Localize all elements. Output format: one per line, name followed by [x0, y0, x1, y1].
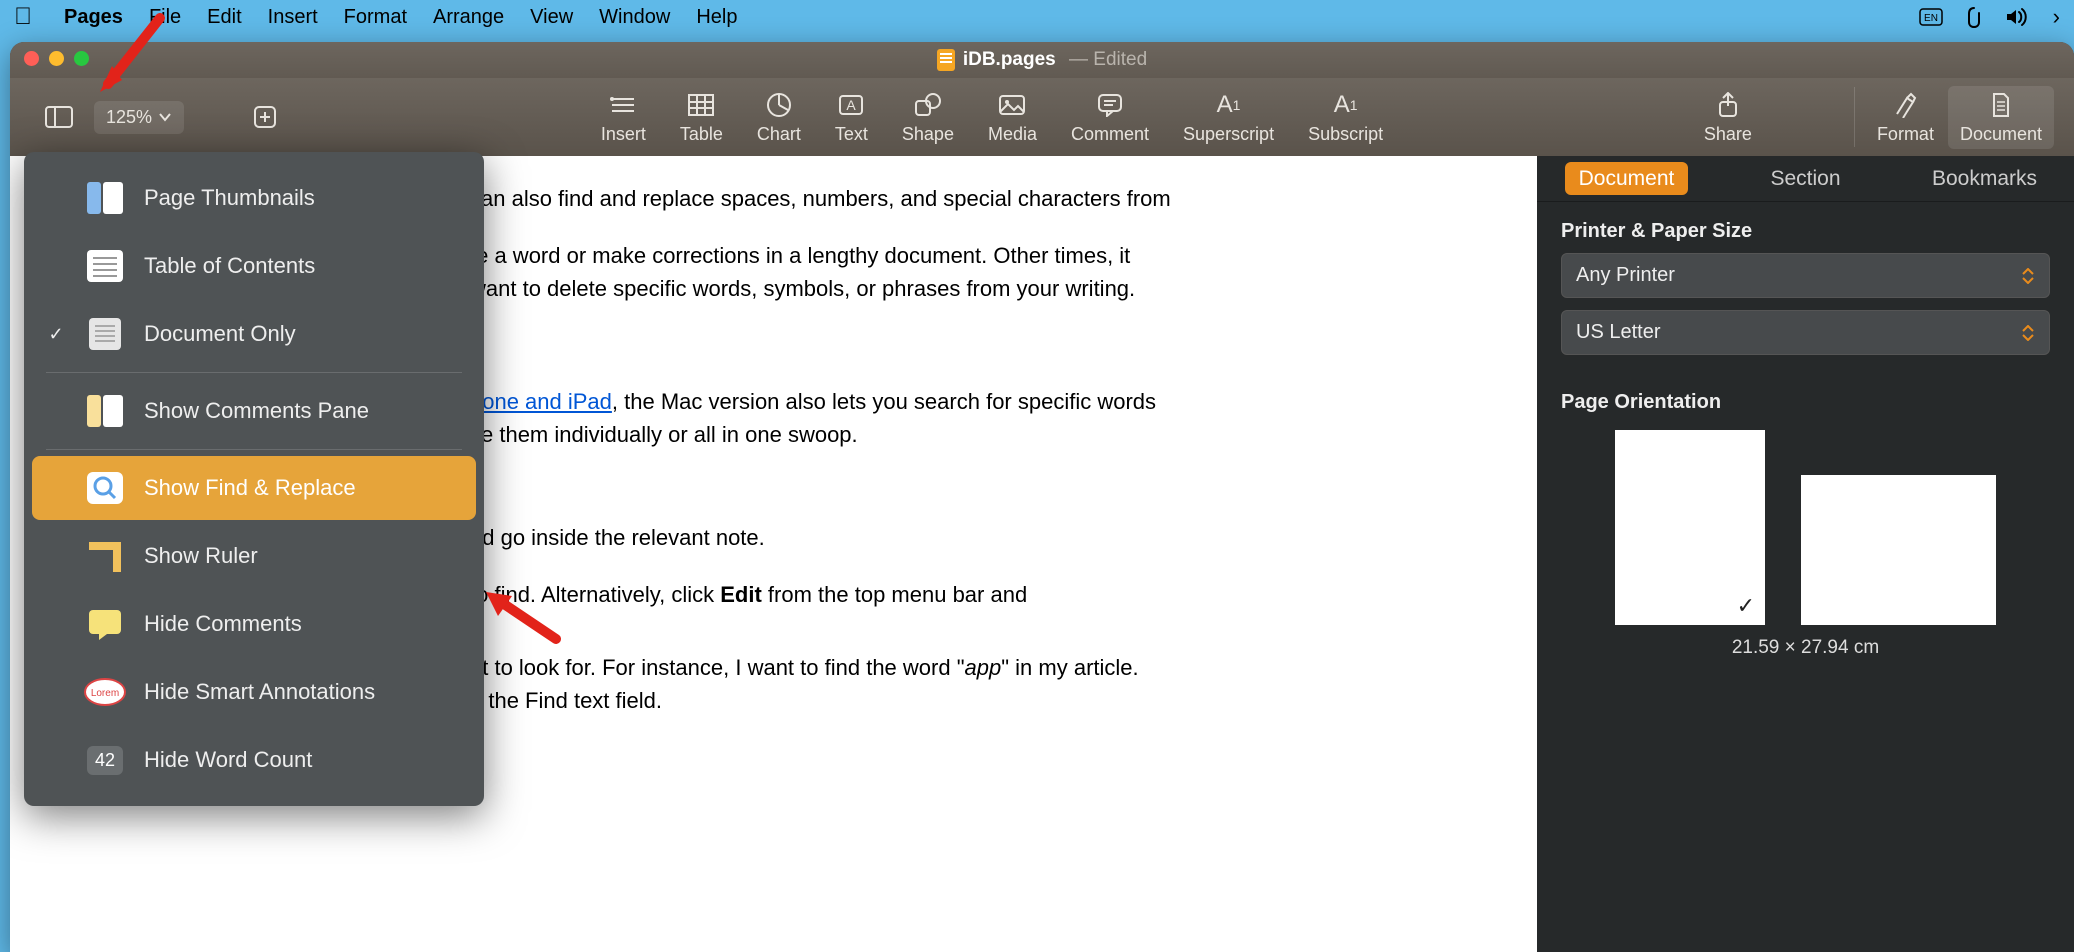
close-button[interactable] [24, 51, 39, 66]
menu-table-of-contents[interactable]: Table of Contents [32, 234, 476, 298]
document-content[interactable]: can also find and replace spaces, number… [470, 176, 1537, 761]
link-iphone-ipad[interactable]: hone and iPad [470, 389, 612, 414]
word-count-badge: 42 [87, 746, 123, 775]
toolbar-shape[interactable]: Shape [888, 90, 968, 145]
menubar-overflow-icon[interactable]: › [2053, 4, 2060, 30]
printer-size-header: Printer & Paper Size [1561, 220, 2050, 243]
volume-icon[interactable] [2005, 7, 2031, 27]
toolbar-document[interactable]: Document [1948, 86, 2054, 149]
menu-insert[interactable]: Insert [268, 6, 318, 29]
menu-show-ruler[interactable]: Show Ruler [32, 524, 476, 588]
pages-window: iDB.pages — Edited 125% Insert Table Cha… [10, 42, 2074, 952]
svg-text:EN: EN [1924, 13, 1938, 24]
view-dropdown-menu: Page Thumbnails Table of Contents ✓Docum… [24, 152, 484, 806]
toolbar-format[interactable]: Format [1863, 90, 1948, 145]
input-source-icon[interactable]: EN [1919, 8, 1943, 26]
menu-window[interactable]: Window [599, 6, 670, 29]
menu-hide-comments[interactable]: Hide Comments [32, 592, 476, 656]
zoom-button[interactable] [74, 51, 89, 66]
svg-text:Lorem: Lorem [91, 688, 119, 699]
orientation-portrait[interactable]: ✓ [1615, 430, 1765, 625]
menu-show-find-replace[interactable]: Show Find & Replace [32, 456, 476, 520]
document-title[interactable]: iDB.pages [963, 49, 1056, 71]
menu-document-only[interactable]: ✓Document Only [32, 302, 476, 366]
inspector-panel: Document Section Bookmarks Printer & Pap… [1537, 156, 2074, 952]
menu-view[interactable]: View [530, 6, 573, 29]
toolbar-table[interactable]: Table [666, 90, 737, 145]
paper-size-select[interactable]: US Letter [1561, 310, 2050, 355]
printer-select[interactable]: Any Printer [1561, 253, 2050, 298]
toolbar-comment[interactable]: Comment [1057, 90, 1163, 145]
menu-arrange[interactable]: Arrange [433, 6, 504, 29]
inspector-tab-bookmarks[interactable]: Bookmarks [1895, 159, 2074, 199]
titlebar: iDB.pages — Edited [10, 42, 2074, 78]
inspector-tab-document[interactable]: Document [1537, 159, 1716, 199]
add-page-button[interactable] [236, 102, 294, 132]
toolbar-superscript[interactable]: A1Superscript [1169, 90, 1288, 145]
attachment-icon[interactable] [1965, 6, 1983, 28]
toolbar-subscript[interactable]: A1Subscript [1294, 90, 1397, 145]
svg-text:A: A [847, 97, 857, 113]
stepper-icon [2021, 268, 2035, 284]
toolbar: 125% Insert Table Chart AText Shape Medi… [10, 78, 2074, 156]
toolbar-text[interactable]: AText [821, 90, 882, 145]
inspector-tab-section[interactable]: Section [1716, 159, 1895, 199]
orientation-header: Page Orientation [1561, 391, 2050, 414]
zoom-selector[interactable]: 125% [94, 101, 184, 134]
menu-help[interactable]: Help [696, 6, 737, 29]
menu-page-thumbnails[interactable]: Page Thumbnails [32, 166, 476, 230]
toolbar-media[interactable]: Media [974, 90, 1051, 145]
minimize-button[interactable] [49, 51, 64, 66]
menu-hide-smart-annotations[interactable]: LoremHide Smart Annotations [32, 660, 476, 724]
toolbar-insert[interactable]: Insert [587, 90, 660, 145]
zoom-value: 125% [106, 107, 152, 128]
document-icon [937, 49, 955, 71]
stepper-icon [2021, 325, 2035, 341]
page-dimensions: 21.59 × 27.94 cm [1561, 637, 2050, 659]
chevron-down-icon [158, 112, 172, 122]
menu-format[interactable]: Format [344, 6, 407, 29]
apple-menu-icon[interactable]:  [14, 3, 32, 31]
orientation-landscape[interactable] [1801, 430, 1996, 625]
annotation-arrow [90, 10, 170, 100]
menu-hide-word-count[interactable]: 42Hide Word Count [32, 728, 476, 792]
system-menubar:  Pages File Edit Insert Format Arrange … [0, 0, 2074, 34]
annotation-arrow [478, 584, 568, 654]
menu-show-comments-pane[interactable]: Show Comments Pane [32, 379, 476, 443]
document-status: — Edited [1064, 49, 1147, 71]
check-icon: ✓ [1737, 593, 1755, 619]
menu-edit[interactable]: Edit [207, 6, 241, 29]
toolbar-share[interactable]: Share [1690, 90, 1766, 145]
toolbar-chart[interactable]: Chart [743, 90, 815, 145]
view-menu-button[interactable] [30, 102, 88, 132]
